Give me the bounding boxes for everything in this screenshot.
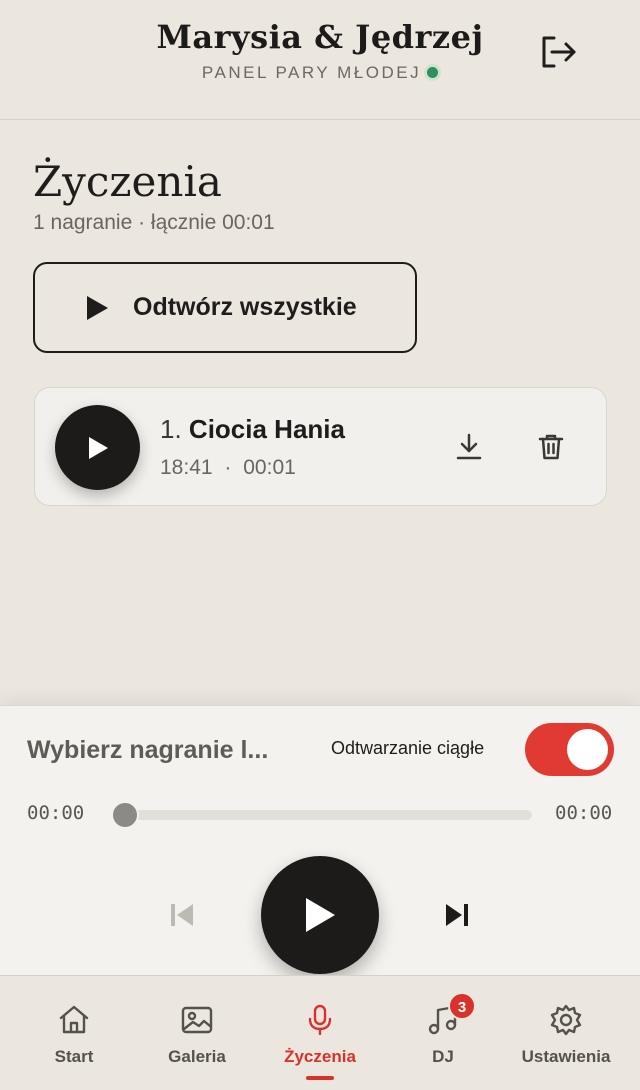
nav-label-start: Start	[54, 1047, 94, 1066]
next-track-icon[interactable]	[441, 899, 473, 931]
play-all-label: Odtwórz wszystkie	[133, 293, 357, 321]
microphone-icon	[308, 1004, 332, 1036]
recording-play-button[interactable]	[55, 405, 140, 490]
bottom-navigation: Start Galeria Życzenia 3 DJ Ustawienia	[0, 975, 640, 1090]
toggle-knob	[567, 729, 608, 770]
panel-subtitle-text: PANEL PARY MŁODEJ	[201, 63, 422, 82]
total-time: 00:00	[555, 802, 613, 824]
nav-label-zyczenia: Życzenia	[284, 1047, 356, 1066]
play-icon	[87, 295, 108, 320]
gear-icon	[550, 1004, 582, 1036]
now-playing-title: Wybierz nagranie l...	[27, 736, 269, 764]
home-icon	[59, 1005, 89, 1034]
progress-thumb[interactable]	[111, 801, 139, 829]
nav-label-ustawienia: Ustawienia	[521, 1047, 611, 1066]
nav-item-start[interactable]: Start	[24, 976, 124, 1090]
nav-item-zyczenia[interactable]: Życzenia	[270, 976, 370, 1090]
nav-item-dj[interactable]: 3 DJ	[393, 976, 493, 1090]
dj-badge: 3	[448, 992, 476, 1020]
audio-player: Wybierz nagranie l... Odtwarzanie ciągłe…	[0, 705, 640, 975]
meta-separator: ·	[224, 456, 232, 479]
recording-meta: 18:41 · 00:01	[160, 456, 296, 480]
recording-number: 1.	[160, 414, 182, 444]
play-icon	[88, 436, 108, 459]
list-item: 1. Ciocia Hania 18:41 · 00:01	[34, 387, 607, 506]
app-header: Marysia & Jędrzej PANEL PARY MŁODEJ	[0, 0, 640, 120]
download-icon[interactable]	[454, 432, 484, 462]
current-time: 00:00	[27, 802, 85, 824]
image-icon	[181, 1006, 213, 1034]
play-icon	[306, 898, 335, 932]
recordings-summary: 1 nagranie · łącznie 00:01	[33, 211, 275, 234]
continuous-play-toggle[interactable]	[525, 723, 614, 776]
progress-track[interactable]	[126, 810, 532, 820]
recording-time: 18:41	[160, 456, 213, 479]
online-status-icon	[427, 67, 439, 78]
continuous-play-label: Odtwarzanie ciągłe	[331, 738, 485, 758]
nav-label-galeria: Galeria	[168, 1047, 226, 1066]
recording-title: 1. Ciocia Hania	[160, 414, 345, 445]
page-title: Życzenia	[33, 157, 222, 206]
recording-name: Ciocia Hania	[188, 414, 345, 444]
trash-icon[interactable]	[536, 432, 566, 462]
nav-item-galeria[interactable]: Galeria	[147, 976, 247, 1090]
previous-track-icon[interactable]	[166, 899, 198, 931]
play-all-button[interactable]: Odtwórz wszystkie	[33, 262, 417, 353]
logout-icon[interactable]	[538, 34, 578, 70]
main-play-button[interactable]	[261, 856, 379, 974]
active-tab-indicator	[306, 1076, 334, 1080]
nav-label-dj: DJ	[432, 1047, 454, 1066]
recording-duration: 00:01	[243, 456, 296, 479]
nav-item-ustawienia[interactable]: Ustawienia	[511, 976, 621, 1090]
